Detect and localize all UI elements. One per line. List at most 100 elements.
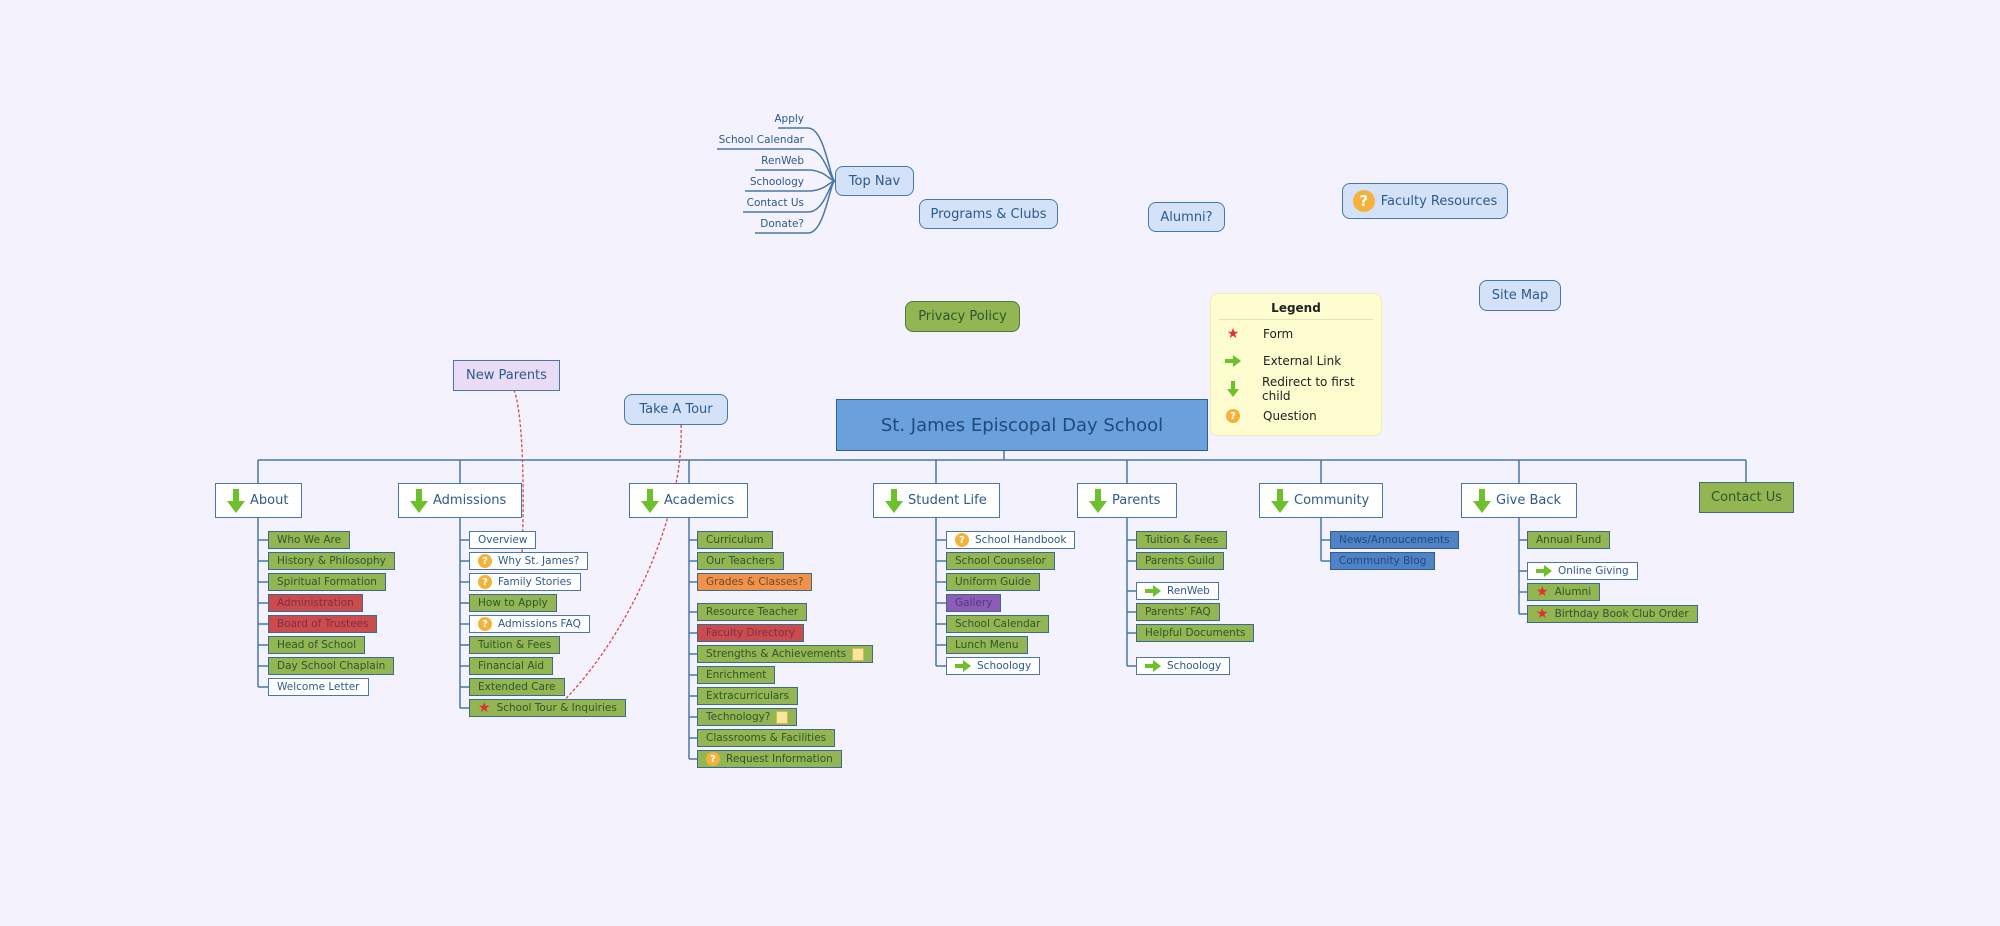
- legend-label: External Link: [1263, 354, 1342, 369]
- arrow-down-icon: [1270, 488, 1290, 513]
- branch-admissions[interactable]: Admissions: [398, 483, 522, 518]
- top-nav-item[interactable]: RenWeb: [761, 155, 804, 167]
- top-nav-item[interactable]: Contact Us: [747, 197, 804, 209]
- topic-uniform-guide[interactable]: Uniform Guide: [946, 573, 1040, 591]
- topic-community-blog[interactable]: Community Blog: [1330, 552, 1436, 570]
- arrow-down-icon: [1088, 488, 1108, 513]
- topic-overview[interactable]: Overview: [469, 531, 537, 549]
- top-nav-node[interactable]: Top Nav: [835, 166, 914, 196]
- topic-why-st-james[interactable]: ? Why St. James?: [469, 552, 589, 570]
- topic-faculty-directory[interactable]: Faculty Directory: [697, 624, 804, 642]
- topic-school-counselor[interactable]: School Counselor: [946, 552, 1055, 570]
- topic-family-stories[interactable]: ? Family Stories: [469, 573, 581, 591]
- branch-label: Community: [1294, 493, 1370, 508]
- topic-gallery[interactable]: Gallery: [946, 594, 1002, 612]
- arrow-right-icon: [1536, 565, 1552, 577]
- legend-label: Redirect to first child: [1262, 374, 1355, 403]
- top-nav-item[interactable]: School Calendar: [719, 134, 804, 146]
- topic-technology[interactable]: Technology?: [697, 708, 798, 726]
- topic-school-handbook[interactable]: ? School Handbook: [946, 531, 1076, 549]
- topic-school-tour-inquiries[interactable]: ★ School Tour & Inquiries: [469, 699, 626, 717]
- topic-label: Our Teachers: [706, 555, 775, 567]
- topic-news-annoucements[interactable]: News/Annoucements: [1330, 531, 1459, 549]
- topic-label: School Calendar: [955, 618, 1041, 630]
- top-nav-item[interactable]: Apply: [774, 113, 804, 125]
- topic-spiritual-formation[interactable]: Spiritual Formation: [268, 573, 386, 591]
- branch-give-back[interactable]: Give Back: [1461, 483, 1577, 518]
- arrow-right-icon: [1223, 355, 1243, 368]
- topic-lunch-menu[interactable]: Lunch Menu: [946, 636, 1028, 654]
- topic-label: Tuition & Fees: [1145, 534, 1219, 546]
- topic-label: Resource Teacher: [706, 606, 799, 618]
- branch-community[interactable]: Community: [1259, 483, 1383, 518]
- privacy-policy-node[interactable]: Privacy Policy: [905, 301, 1020, 332]
- site-map-label: Site Map: [1491, 288, 1549, 303]
- topic-parents-faq[interactable]: Parents' FAQ: [1136, 603, 1220, 621]
- topic-how-to-apply[interactable]: How to Apply: [469, 594, 557, 612]
- topic-strengths-achievements[interactable]: Strengths & Achievements: [697, 645, 874, 663]
- topic-label: Day School Chaplain: [277, 660, 386, 672]
- legend-item-form: ★ Form: [1211, 320, 1381, 348]
- programs-clubs-node[interactable]: Programs & Clubs: [919, 199, 1058, 229]
- top-nav-item[interactable]: Schoology: [750, 176, 804, 188]
- topic-label: Lunch Menu: [955, 639, 1019, 651]
- topic-who-we-are[interactable]: Who We Are: [268, 531, 351, 549]
- topic-label: Community Blog: [1339, 555, 1427, 567]
- branch-parents[interactable]: Parents: [1077, 483, 1177, 518]
- alumni-node[interactable]: Alumni?: [1148, 202, 1225, 232]
- topic-request-information[interactable]: ? Request Information: [697, 750, 842, 768]
- arrow-down-icon: [1223, 380, 1242, 397]
- topic-schoology[interactable]: Schoology: [946, 657, 1041, 675]
- root-node[interactable]: St. James Episcopal Day School: [836, 399, 1208, 451]
- topic-financial-aid[interactable]: Financial Aid: [469, 657, 554, 675]
- topic-history-philosophy[interactable]: History & Philosophy: [268, 552, 395, 570]
- topic-admissions-faq[interactable]: ? Admissions FAQ: [469, 615, 590, 633]
- topic-board-of-trustees[interactable]: Board of Trustees: [268, 615, 378, 633]
- topic-label: Classrooms & Facilities: [706, 732, 827, 744]
- faculty-resources-node[interactable]: ? Faculty Resources: [1342, 183, 1508, 219]
- topic-schoology[interactable]: Schoology: [1136, 657, 1231, 675]
- branch-about[interactable]: About: [215, 483, 302, 518]
- topic-label: School Handbook: [975, 534, 1067, 546]
- topic-extended-care[interactable]: Extended Care: [469, 678, 565, 696]
- topic-helpful-documents[interactable]: Helpful Documents: [1136, 624, 1255, 642]
- topic-classrooms-facilities[interactable]: Classrooms & Facilities: [697, 729, 836, 747]
- topic-parents-guild[interactable]: Parents Guild: [1136, 552, 1224, 570]
- site-map-node[interactable]: Site Map: [1479, 280, 1561, 311]
- topic-enrichment[interactable]: Enrichment: [697, 666, 776, 684]
- topic-resource-teacher[interactable]: Resource Teacher: [697, 603, 808, 621]
- topic-birthday-book-club-order[interactable]: ★ Birthday Book Club Order: [1527, 605, 1698, 623]
- topic-administration[interactable]: Administration: [268, 594, 363, 612]
- topic-label: Who We Are: [277, 534, 342, 546]
- topic-alumni[interactable]: ★ Alumni: [1527, 583, 1601, 601]
- topic-annual-fund[interactable]: Annual Fund: [1527, 531, 1611, 549]
- branch-academics[interactable]: Academics: [629, 483, 748, 518]
- top-nav-item[interactable]: Donate?: [760, 218, 804, 230]
- topic-grades-classes[interactable]: Grades & Classes?: [697, 573, 813, 591]
- topic-school-calendar[interactable]: School Calendar: [946, 615, 1050, 633]
- topic-label: Family Stories: [498, 576, 572, 588]
- topic-label: Uniform Guide: [955, 576, 1031, 588]
- branch-contact-us[interactable]: Contact Us: [1699, 482, 1794, 513]
- topic-day-school-chaplain[interactable]: Day School Chaplain: [268, 657, 395, 675]
- topic-tuition-fees[interactable]: Tuition & Fees: [469, 636, 561, 654]
- topic-renweb[interactable]: RenWeb: [1136, 582, 1219, 600]
- topic-curriculum[interactable]: Curriculum: [697, 531, 773, 549]
- new-parents-node[interactable]: New Parents: [453, 360, 560, 391]
- topic-head-of-school[interactable]: Head of School: [268, 636, 366, 654]
- question-icon: ?: [478, 575, 492, 589]
- arrow-down-icon: [409, 488, 429, 513]
- branch-student-life[interactable]: Student Life: [873, 483, 1000, 518]
- take-a-tour-node[interactable]: Take A Tour: [624, 394, 728, 425]
- topic-label: Extended Care: [478, 681, 556, 693]
- topic-label: Parents' FAQ: [1145, 606, 1211, 618]
- topic-label: Online Giving: [1558, 565, 1629, 577]
- topic-extracurriculars[interactable]: Extracurriculars: [697, 687, 799, 705]
- topic-welcome-letter[interactable]: Welcome Letter: [268, 678, 369, 696]
- topic-tuition-fees[interactable]: Tuition & Fees: [1136, 531, 1228, 549]
- star-icon: ★: [1536, 606, 1549, 622]
- topic-our-teachers[interactable]: Our Teachers: [697, 552, 784, 570]
- topic-label: Welcome Letter: [277, 681, 360, 693]
- topic-online-giving[interactable]: Online Giving: [1527, 562, 1638, 580]
- take-a-tour-label: Take A Tour: [639, 402, 713, 417]
